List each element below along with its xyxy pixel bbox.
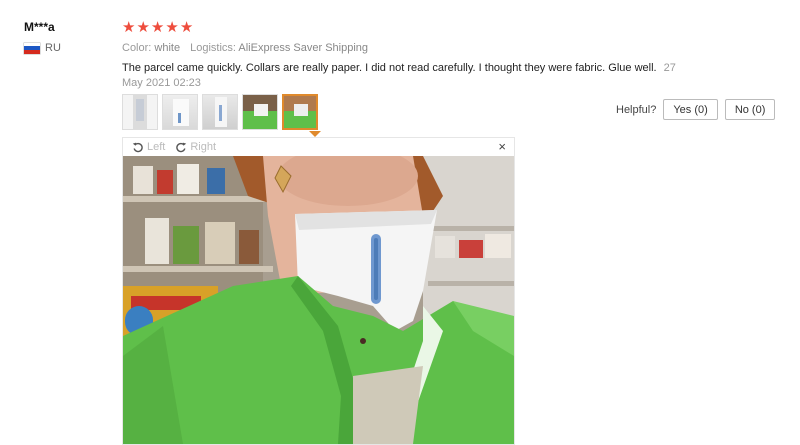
- logistics-label: Logistics:: [190, 42, 236, 54]
- star-icon: ★: [150, 19, 165, 36]
- photo-thumbnail-active[interactable]: [282, 94, 318, 130]
- photo-thumbnails: [122, 94, 318, 130]
- photo-viewer: Left Right ×: [122, 137, 515, 445]
- review-text: The parcel came quickly. Collars are rea…: [122, 62, 657, 74]
- rotate-left-icon: [132, 142, 143, 153]
- country-code: RU: [45, 42, 61, 54]
- reviewer-name: M***a: [24, 20, 55, 34]
- helpful-no-button[interactable]: No (0): [724, 99, 776, 120]
- review-text-block: The parcel came quickly. Collars are rea…: [122, 61, 682, 91]
- helpful-label: Helpful?: [616, 103, 657, 116]
- review-meta: Color: white Logistics: AliExpress Saver…: [122, 42, 682, 54]
- reviewer-country: RU: [24, 42, 61, 54]
- star-icon: ★: [136, 19, 150, 36]
- reviewer-info: M***a RU: [24, 20, 61, 54]
- photo-thumbnail[interactable]: [122, 94, 158, 130]
- viewer-toolbar: Left Right ×: [123, 138, 514, 156]
- photo-thumbnail[interactable]: [162, 94, 198, 130]
- rotate-right-label: Right: [190, 141, 217, 153]
- close-viewer-button[interactable]: ×: [498, 140, 506, 154]
- review-body: ★ ★ ★ ★ ★ Color: white Logistics: AliExp…: [122, 20, 682, 91]
- color-value: white: [154, 42, 181, 54]
- star-rating: ★ ★ ★ ★ ★: [122, 20, 682, 36]
- logistics-value: AliExpress Saver Shipping: [238, 42, 369, 54]
- helpful-section: Helpful? Yes (0) No (0): [616, 99, 776, 120]
- photo-thumbnail[interactable]: [242, 94, 278, 130]
- color-label: Color:: [122, 42, 152, 54]
- rotate-left-label: Left: [147, 141, 166, 153]
- russia-flag-icon: [24, 42, 40, 54]
- star-icon: ★: [179, 19, 194, 36]
- helpful-yes-button[interactable]: Yes (0): [663, 99, 718, 120]
- rotate-right-button[interactable]: Right: [175, 141, 216, 153]
- review-photo: [123, 156, 514, 444]
- star-icon: ★: [122, 19, 136, 36]
- star-icon: ★: [165, 19, 179, 36]
- photo-thumbnail[interactable]: [202, 94, 238, 130]
- rotate-left-button[interactable]: Left: [132, 141, 165, 153]
- rotate-right-icon: [176, 142, 187, 153]
